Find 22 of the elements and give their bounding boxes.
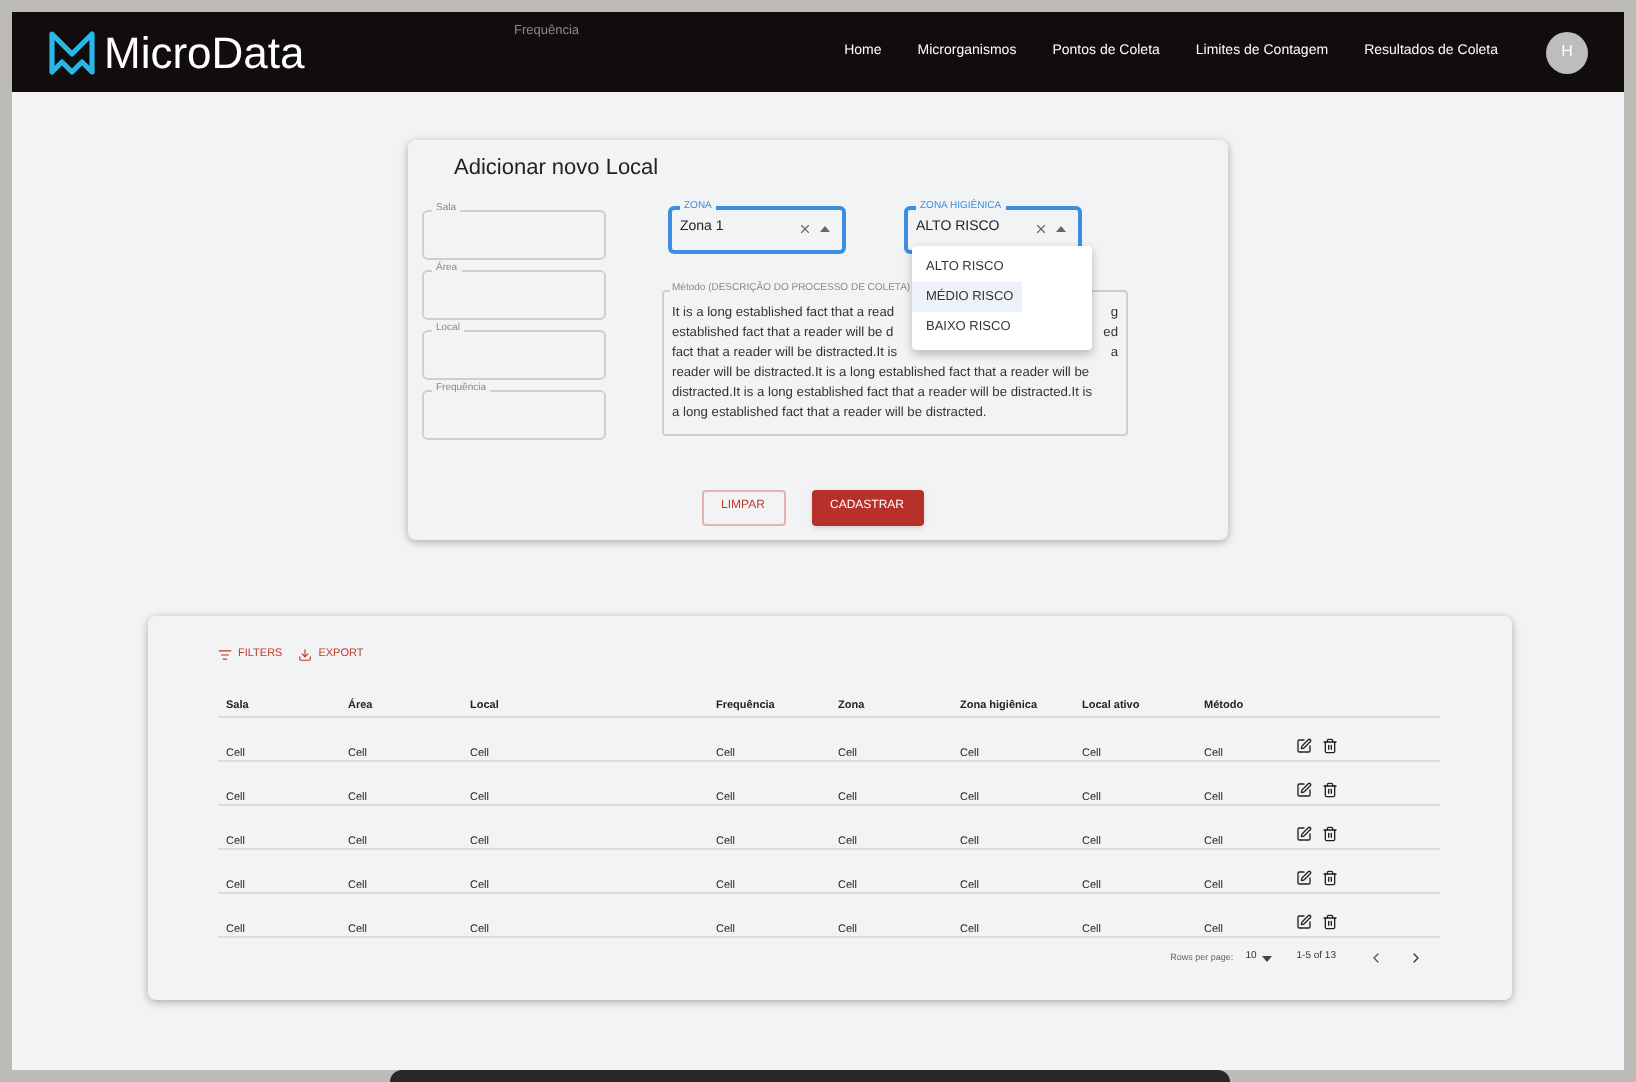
caret-icon[interactable] xyxy=(820,226,830,232)
logo-icon xyxy=(48,28,96,76)
form-title: Adicionar novo Local xyxy=(454,154,661,184)
next-page-icon[interactable] xyxy=(1408,950,1424,966)
caret-icon[interactable] xyxy=(1056,226,1066,232)
edit-icon[interactable] xyxy=(1296,782,1312,798)
edit-icon[interactable] xyxy=(1296,870,1312,886)
trash-icon[interactable] xyxy=(1322,782,1338,798)
edit-icon[interactable] xyxy=(1296,914,1312,930)
clear-icon[interactable] xyxy=(798,222,812,236)
edit-icon[interactable] xyxy=(1296,738,1312,754)
filter-icon xyxy=(218,647,232,661)
caret-icon xyxy=(1262,955,1273,961)
download-icon xyxy=(298,647,313,661)
app-logo-text: MicroData xyxy=(104,25,305,81)
edit-icon[interactable] xyxy=(1296,826,1312,842)
clear-icon[interactable] xyxy=(1034,222,1048,236)
trash-icon[interactable] xyxy=(1322,826,1338,842)
previous-page-icon[interactable] xyxy=(1368,950,1384,966)
trash-icon[interactable] xyxy=(1322,914,1338,930)
trash-icon[interactable] xyxy=(1322,870,1338,886)
trash-icon[interactable] xyxy=(1322,738,1338,754)
